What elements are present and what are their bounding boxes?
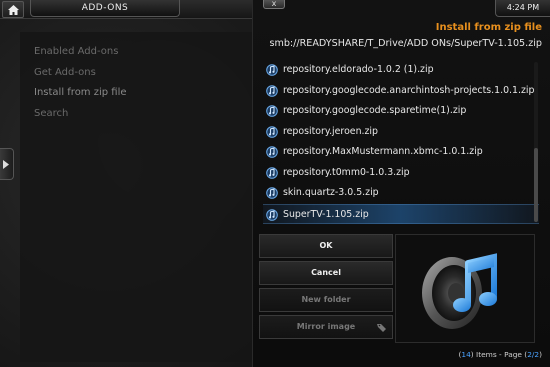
install-zip-dialog: x 4:24 PM Install from zip file smb://RE… (252, 0, 550, 367)
page-info-text: ) Items - Page ( (470, 350, 528, 359)
music-speaker-icon (422, 253, 497, 329)
file-name: repository.googlecode.anarchintosh-proje… (283, 84, 535, 96)
clock: 4:24 PM (495, 0, 550, 17)
current-path: smb://READYSHARE/T_Drive/ADD ONs/SuperTV… (269, 38, 542, 49)
top-bar: ADD-ONS (0, 0, 252, 19)
zip-file-icon (266, 187, 278, 199)
sidebar-item-get-addons[interactable]: Get Add-ons (34, 63, 127, 84)
items-count: 14 (461, 350, 471, 359)
home-icon (8, 5, 19, 15)
home-button[interactable] (2, 1, 24, 18)
mirror-image-button[interactable]: Mirror image (259, 315, 393, 339)
sidebar-menu: Enabled Add-ons Get Add-ons Install from… (34, 42, 127, 124)
file-row-selected[interactable]: SuperTV-1.105.zip (263, 203, 539, 224)
file-row[interactable]: repository.MaxMustermann.xbmc-1.0.1.zip (263, 142, 539, 163)
file-row[interactable]: repository.t0mm0-1.0.3.zip (263, 163, 539, 184)
file-row[interactable]: repository.eldorado-1.0.2 (1).zip (263, 60, 539, 81)
sidebar-item-search[interactable]: Search (34, 104, 127, 125)
file-name: repository.t0mm0-1.0.3.zip (283, 166, 410, 178)
file-name: repository.MaxMustermann.xbmc-1.0.1.zip (283, 146, 483, 157)
sidebar-item-enabled-addons[interactable]: Enabled Add-ons (34, 42, 127, 63)
file-row[interactable]: repository.googlecode.anarchintosh-proje… (263, 81, 539, 102)
file-name: SuperTV-1.105.zip (283, 208, 369, 220)
zip-file-icon (266, 166, 278, 179)
file-row[interactable]: repository.jeroen.zip (263, 122, 539, 143)
zip-file-icon (266, 84, 278, 97)
cancel-button[interactable]: Cancel (259, 261, 393, 285)
window-title: ADD-ONS (30, 0, 180, 17)
file-list-scrollbar[interactable] (534, 62, 538, 222)
zip-file-icon (266, 146, 278, 158)
zip-file-icon (266, 105, 278, 117)
file-row[interactable]: repository.googlecode.sparetime(1).zip (263, 101, 539, 122)
scrollbar-thumb[interactable] (534, 148, 538, 222)
mirror-image-label: Mirror image (296, 322, 356, 331)
side-menu-tab[interactable] (0, 148, 14, 180)
close-button[interactable]: x (263, 0, 285, 9)
file-name: repository.jeroen.zip (283, 125, 378, 137)
dialog-buttons: OK Cancel New folder Mirror image (259, 234, 393, 342)
file-name: repository.googlecode.sparetime(1).zip (283, 105, 467, 116)
sidebar-item-install-from-zip[interactable]: Install from zip file (34, 83, 127, 104)
new-folder-button[interactable]: New folder (259, 288, 393, 312)
chevron-right-icon (3, 160, 9, 169)
ok-button[interactable]: OK (259, 234, 393, 258)
file-name: repository.eldorado-1.0.2 (1).zip (283, 64, 434, 75)
file-thumbnail (395, 234, 535, 343)
page-info: (14) Items - Page (2/2) (459, 350, 543, 359)
page-info-close: ) (539, 350, 542, 359)
file-name: skin.quartz-3.0.5.zip (283, 187, 379, 198)
zip-file-icon (266, 125, 278, 138)
zip-file-icon (266, 208, 278, 221)
dialog-heading: Install from zip file (435, 22, 542, 33)
file-row[interactable]: skin.quartz-3.0.5.zip (263, 183, 539, 204)
zip-file-icon (266, 64, 278, 76)
tag-icon (377, 324, 386, 332)
file-list: repository.eldorado-1.0.2 (1).zip reposi… (263, 60, 539, 224)
